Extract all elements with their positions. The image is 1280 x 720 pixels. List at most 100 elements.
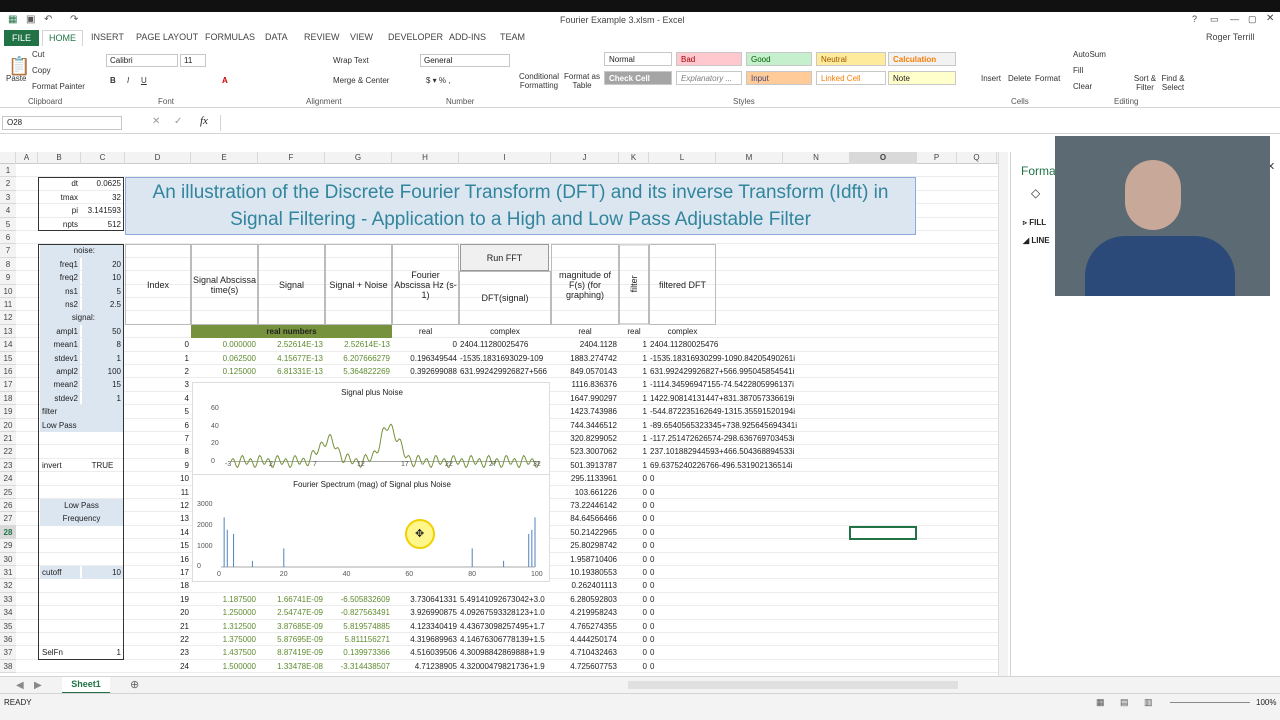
signal-cell[interactable]: 4.15677E-13 xyxy=(258,352,323,365)
filtered-dft-cell[interactable]: 0 xyxy=(650,620,810,633)
signal-noise-cell[interactable]: -3.314438507 xyxy=(325,660,390,673)
row-header[interactable]: 24 xyxy=(0,472,16,486)
tab-view[interactable]: VIEW xyxy=(350,32,373,42)
magnitude-cell[interactable]: 744.3446512 xyxy=(551,419,617,432)
sort-filter-button[interactable]: Sort & Filter xyxy=(1128,74,1162,92)
signal-noise-cell[interactable]: 2.52614E-13 xyxy=(325,338,390,351)
index-cell[interactable]: 8 xyxy=(125,445,189,458)
dft-cell[interactable]: -1535.1831693029-109 xyxy=(460,352,550,365)
row-header[interactable]: 8 xyxy=(0,257,16,272)
index-cell[interactable]: 16 xyxy=(125,553,189,566)
row-header[interactable]: 16 xyxy=(0,365,16,379)
abscissa-cell[interactable]: 1.312500 xyxy=(191,620,256,633)
filter-cell[interactable]: 0 xyxy=(619,539,647,552)
row-header[interactable]: 4 xyxy=(0,204,16,218)
sheet-grid[interactable]: 1 2 3 4 5 6 7 8 9 10 11 12 13 14 15 16 17 18 19 20 21 22 23 24 2… xyxy=(0,164,1000,676)
dft-header[interactable]: DFT(signal) xyxy=(459,271,551,325)
abscissa-cell[interactable]: 0.000000 xyxy=(191,338,256,351)
selected-cell-O28[interactable] xyxy=(849,525,917,541)
row-header[interactable]: 15 xyxy=(0,351,16,365)
ribbon-display-icon[interactable]: ▭ xyxy=(1210,14,1219,25)
filtered-dft-cell[interactable]: 0 xyxy=(650,633,810,646)
index-cell[interactable]: 11 xyxy=(125,486,189,499)
signal-noise-header[interactable]: Signal + Noise xyxy=(325,244,392,325)
row-header[interactable]: 17 xyxy=(0,378,16,392)
formula-input[interactable] xyxy=(220,115,1270,131)
magnitude-cell[interactable]: 6.280592803 xyxy=(551,593,617,606)
col-L[interactable]: L xyxy=(649,152,716,164)
filter-cell[interactable]: 0 xyxy=(619,472,647,485)
index-cell[interactable]: 21 xyxy=(125,620,189,633)
tab-add-ins[interactable]: ADD-INS xyxy=(449,32,486,42)
index-cell[interactable]: 7 xyxy=(125,432,189,445)
filter-cell[interactable]: 0 xyxy=(619,646,647,659)
filtered-dft-cell[interactable]: 69.6375240226766-496.531902136514i xyxy=(650,459,810,472)
index-cell[interactable]: 22 xyxy=(125,633,189,646)
magnitude-cell[interactable]: 84.64566466 xyxy=(551,512,617,525)
bold-button[interactable]: B xyxy=(110,76,116,85)
magnitude-cell[interactable]: 4.725607753 xyxy=(551,660,617,673)
filter-cell[interactable]: 1 xyxy=(619,392,647,405)
index-cell[interactable]: 3 xyxy=(125,378,189,391)
filter-cell[interactable]: 1 xyxy=(619,352,647,365)
row-header[interactable]: 37 xyxy=(0,646,16,660)
index-cell[interactable]: 12 xyxy=(125,499,189,512)
dft-cell[interactable]: 4.14676306778139+1.5 xyxy=(460,633,550,646)
index-cell[interactable]: 4 xyxy=(125,392,189,405)
index-cell[interactable]: 19 xyxy=(125,593,189,606)
signal-noise-cell[interactable]: 5.819574885 xyxy=(325,620,390,633)
page-break-icon[interactable]: ▥ xyxy=(1144,697,1153,708)
filter-cell[interactable]: 1 xyxy=(619,405,647,418)
clear-button[interactable]: Clear xyxy=(1073,82,1092,91)
col-B[interactable]: B xyxy=(38,152,81,164)
col-G[interactable]: G xyxy=(325,152,392,164)
magnitude-cell[interactable]: 295.1133961 xyxy=(551,472,617,485)
row-header[interactable]: 18 xyxy=(0,391,16,406)
filtered-dft-cell[interactable]: 0 xyxy=(650,646,810,659)
save-icon[interactable]: ▣ xyxy=(26,14,35,25)
filtered-dft-cell[interactable]: -544.872235162649-1315.35591520194i xyxy=(650,405,810,418)
index-cell[interactable]: 18 xyxy=(125,579,189,592)
style-linked-cell[interactable]: Linked Cell xyxy=(816,71,886,85)
filter-cell[interactable]: 0 xyxy=(619,486,647,499)
redo-icon[interactable]: ↷ xyxy=(70,14,78,25)
signal-cell[interactable]: 2.52614E-13 xyxy=(258,338,323,351)
filtered-dft-cell[interactable]: 0 xyxy=(650,472,810,485)
fourier-cell[interactable]: 0.196349544 xyxy=(392,352,457,365)
index-header[interactable]: Index xyxy=(125,244,191,325)
filter-cell[interactable]: 0 xyxy=(619,579,647,592)
col-Q[interactable]: Q xyxy=(957,152,997,164)
dft-cell[interactable]: 5.49141092673042+3.0 xyxy=(460,593,550,606)
row-header[interactable]: 28 xyxy=(0,525,16,540)
minimize-icon[interactable]: — xyxy=(1230,14,1239,24)
signal-cell[interactable]: 8.87419E-09 xyxy=(258,646,323,659)
col-N[interactable]: N xyxy=(783,152,850,164)
fourier-spectrum-chart[interactable]: Fourier Spectrum (mag) of Signal plus No… xyxy=(192,474,550,583)
filter-cell[interactable]: 1 xyxy=(619,445,647,458)
filtered-dft-header[interactable]: filtered DFT xyxy=(649,244,716,325)
row-header[interactable]: 22 xyxy=(0,445,16,459)
maximize-icon[interactable]: ▢ xyxy=(1248,14,1257,25)
row-header[interactable]: 26 xyxy=(0,499,16,513)
filter-cell[interactable]: 0 xyxy=(619,526,647,539)
format-painter-button[interactable]: Format Painter xyxy=(32,82,85,91)
row-header[interactable]: 3 xyxy=(0,190,16,205)
magnitude-cell[interactable]: 4.219958243 xyxy=(551,606,617,619)
style-input[interactable]: Input xyxy=(746,71,812,85)
format-as-table-button[interactable]: Format as Table xyxy=(562,72,602,90)
abscissa-header[interactable]: Signal Abscissa time(s) xyxy=(191,244,258,325)
style-bad[interactable]: Bad xyxy=(676,52,742,66)
dft-cell[interactable]: 4.30098842869888+1.9 xyxy=(460,646,550,659)
tab-developer[interactable]: DEVELOPER xyxy=(388,32,443,42)
row-header[interactable]: 2 xyxy=(0,177,16,191)
tab-home[interactable]: HOME xyxy=(42,30,83,47)
row-header[interactable]: 35 xyxy=(0,619,16,633)
sheet-next-icon[interactable]: ▶ xyxy=(34,680,42,691)
index-cell[interactable]: 1 xyxy=(125,352,189,365)
real-label[interactable]: real xyxy=(392,325,459,338)
tab-formulas[interactable]: FORMULAS xyxy=(205,32,255,42)
abscissa-cell[interactable]: 0.062500 xyxy=(191,352,256,365)
index-cell[interactable]: 6 xyxy=(125,419,189,432)
abscissa-cell[interactable]: 1.437500 xyxy=(191,646,256,659)
signal-cell[interactable]: 5.87695E-09 xyxy=(258,633,323,646)
